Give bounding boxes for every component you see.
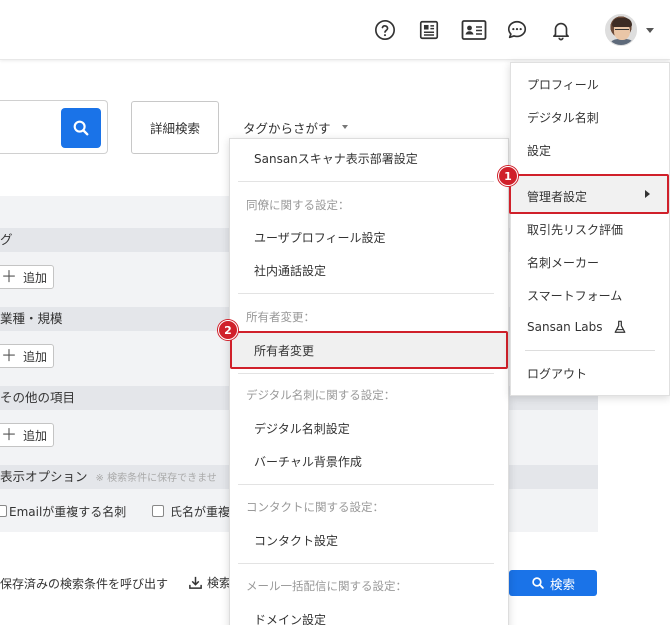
divider [238, 373, 494, 374]
menu-item-owner-change[interactable]: 所有者変更 [254, 342, 314, 359]
chat-icon[interactable] [506, 19, 528, 41]
menu-item-logout[interactable]: ログアウト [527, 365, 587, 382]
flask-icon [614, 320, 625, 333]
add-tag-button[interactable]: ＋追加 [0, 265, 54, 289]
divider [238, 293, 494, 294]
menu-item-user-profile[interactable]: ユーザプロフィール設定 [254, 229, 386, 246]
checkbox-name-duplicate-label: 氏名が重複 [170, 505, 231, 519]
help-icon[interactable] [374, 19, 396, 41]
menu-item-card-maker[interactable]: 名刺メーカー [527, 254, 599, 271]
menu-item-scanner-department[interactable]: Sansanスキャナ表示部署設定 [254, 150, 418, 167]
menu-item-domain[interactable]: ドメイン設定 [254, 611, 326, 625]
menu-item-digital-card[interactable]: デジタル名刺 [527, 109, 599, 126]
tag-search-toggle[interactable]: タグからさがす [243, 118, 331, 137]
chevron-down-icon[interactable] [646, 28, 654, 33]
menu-item-internal-call[interactable]: 社内通話設定 [254, 262, 326, 279]
search-icon [73, 120, 89, 136]
plus-icon: ＋ [1, 346, 18, 365]
group-label-owner: 所有者変更： [246, 310, 315, 324]
user-menu: プロフィール デジタル名刺 設定 管理者設定 取引先リスク評価 名刺メーカー ス… [509, 62, 670, 396]
menu-item-contact[interactable]: コンタクト設定 [254, 532, 338, 549]
add-other-button[interactable]: ＋追加 [0, 423, 54, 447]
display-options-note: ※ 検索条件に保存できませ [95, 473, 217, 484]
checkbox-name-duplicate[interactable] [152, 505, 164, 517]
menu-item-risk-assessment[interactable]: 取引先リスク評価 [527, 221, 623, 238]
admin-settings-submenu: Sansanスキャナ表示部署設定 同僚に関する設定： ユーザプロフィール設定 社… [229, 138, 509, 625]
load-saved-search-link[interactable]: 保存済みの検索条件を呼び出す [0, 575, 168, 592]
menu-item-smart-form[interactable]: スマートフォーム [527, 287, 622, 304]
search-button[interactable] [61, 108, 101, 148]
menu-item-virtual-background[interactable]: バーチャル背景作成 [254, 453, 362, 470]
search-icon [532, 577, 544, 589]
download-icon [189, 576, 202, 589]
divider [238, 181, 494, 182]
detail-search-button[interactable]: 詳細検索 [131, 101, 219, 154]
save-search-link[interactable]: 検索 [188, 574, 231, 591]
menu-item-admin-settings[interactable]: 管理者設定 [527, 188, 587, 205]
plus-icon: ＋ [1, 267, 18, 286]
group-label-contact: コンタクトに関する設定： [246, 500, 384, 514]
avatar[interactable] [605, 14, 637, 46]
divider [238, 484, 494, 485]
chevron-right-icon [645, 190, 650, 198]
display-options-title: 表示オプション [0, 469, 88, 484]
top-header [0, 0, 670, 60]
add-industry-button[interactable]: ＋追加 [0, 344, 54, 368]
chevron-down-icon [342, 125, 348, 129]
card-icon[interactable] [461, 19, 487, 41]
step-badge-2: 2 [218, 320, 238, 340]
plus-icon: ＋ [1, 425, 18, 444]
group-label-colleagues: 同僚に関する設定： [246, 198, 350, 212]
submit-search-button[interactable]: 検索 [509, 570, 597, 596]
group-label-mail-delivery: メール一括配信に関する設定： [246, 579, 407, 593]
checkbox-email-duplicate-label: Emailが重複する名刺 [9, 505, 127, 519]
divider [525, 350, 655, 351]
menu-item-settings[interactable]: 設定 [527, 142, 551, 159]
step-badge-1: 1 [498, 166, 518, 186]
news-icon[interactable] [418, 19, 440, 41]
checkbox-email-duplicate[interactable] [0, 505, 7, 517]
menu-item-digital-card[interactable]: デジタル名刺設定 [254, 420, 350, 437]
menu-item-sansan-labs[interactable]: Sansan Labs [527, 320, 627, 334]
menu-item-profile[interactable]: プロフィール [527, 76, 599, 93]
group-label-digital-card: デジタル名刺に関する設定： [246, 388, 396, 402]
divider [238, 563, 494, 564]
bell-icon[interactable] [550, 19, 572, 41]
